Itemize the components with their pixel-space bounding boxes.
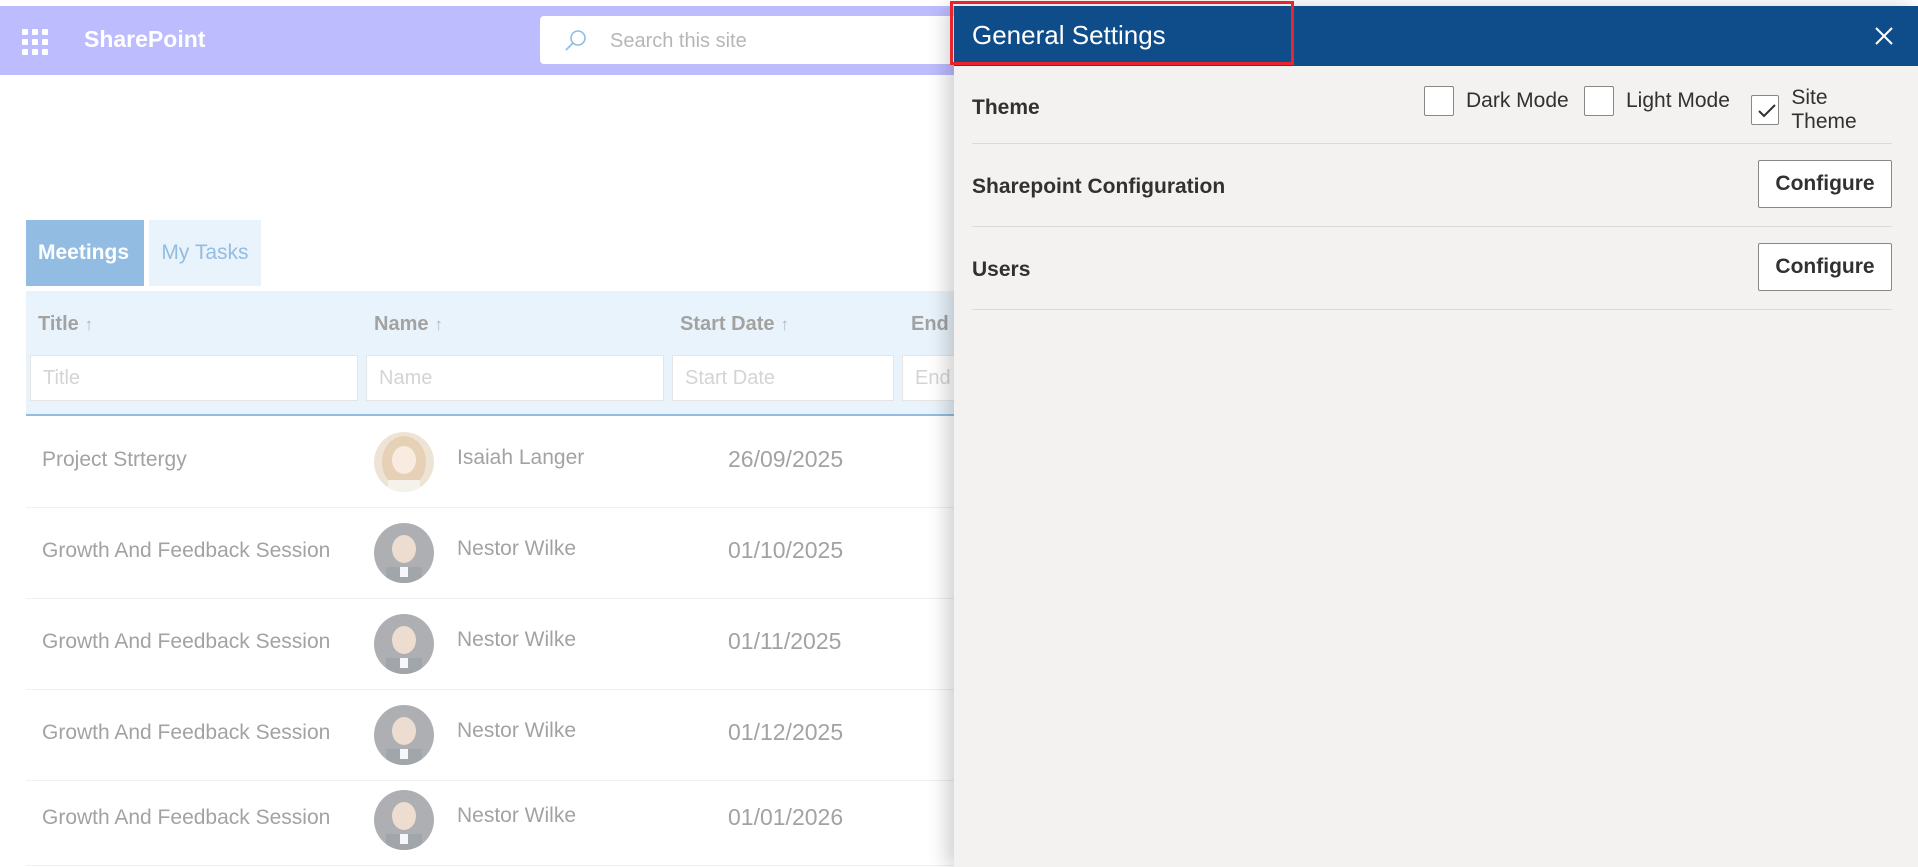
row-start-date: 26/09/2025 (728, 446, 844, 472)
row-title: Growth And Feedback Session (42, 806, 331, 829)
light-mode-option[interactable]: Light Mode (1584, 86, 1730, 116)
brand-title[interactable]: SharePoint (84, 26, 205, 53)
sharepoint-configuration-row: Sharepoint Configuration Configure (972, 145, 1892, 227)
table-row[interactable]: Project Strtergy Isaiah Langer 26/09/202… (26, 418, 1016, 508)
table-row[interactable]: Growth And Feedback Session Nestor Wilke… (26, 600, 1016, 690)
avatar (374, 523, 434, 583)
column-header-start-date[interactable]: Start Date ↑ (680, 313, 789, 336)
title-filter-input[interactable]: Title (30, 355, 358, 401)
row-start-date: 01/11/2025 (728, 628, 842, 654)
users-label: Users (972, 258, 1031, 281)
avatar (374, 432, 434, 492)
row-title: Growth And Feedback Session (42, 630, 331, 653)
row-start-date: 01/01/2026 (728, 804, 844, 830)
column-header-label: Title (38, 313, 79, 335)
row-name: Nestor Wilke (457, 804, 577, 827)
checkmark-icon (1758, 104, 1776, 118)
row-title: Project Strtergy (42, 448, 187, 471)
start-date-filter-input[interactable]: Start Date (672, 355, 894, 401)
avatar (374, 705, 434, 765)
view-tabs: Meetings My Tasks (26, 220, 266, 286)
site-theme-checkbox[interactable] (1751, 95, 1780, 125)
sort-arrow-icon: ↑ (434, 315, 443, 334)
general-settings-panel: General Settings Theme Dark Mode Light M… (950, 1, 1918, 867)
theme-setting-row: Theme Dark Mode Light Mode Site Theme (972, 66, 1892, 144)
light-mode-label: Light Mode (1626, 89, 1730, 112)
column-header-label: End (911, 313, 949, 335)
panel-header: General Settings (950, 1, 1918, 66)
table-row[interactable]: Growth And Feedback Session Nestor Wilke… (26, 776, 1016, 866)
tab-my-tasks[interactable]: My Tasks (149, 220, 261, 286)
app-launcher-icon[interactable] (22, 29, 48, 55)
column-header-label: Start Date (680, 313, 775, 335)
avatar (374, 790, 434, 850)
search-placeholder: Search this site (610, 30, 747, 52)
light-mode-checkbox[interactable] (1584, 86, 1614, 116)
sharepoint-configure-button[interactable]: Configure (1758, 160, 1892, 208)
dark-mode-label: Dark Mode (1466, 89, 1569, 112)
row-start-date: 01/12/2025 (728, 719, 844, 745)
tab-meetings[interactable]: Meetings (26, 220, 144, 286)
row-start-date: 01/10/2025 (728, 537, 844, 563)
table-row[interactable]: Growth And Feedback Session Nestor Wilke… (26, 509, 1016, 599)
row-name: Nestor Wilke (457, 537, 577, 560)
search-icon (565, 30, 586, 51)
search-box[interactable]: Search this site (540, 16, 1000, 64)
avatar (374, 614, 434, 674)
users-row: Users Configure (972, 228, 1892, 310)
title-highlight-box (950, 1, 1294, 65)
column-header-name[interactable]: Name ↑ (374, 313, 443, 336)
grid-header: Title ↑ Name ↑ Start Date ↑ End Title Name … (26, 291, 1016, 416)
row-title: Growth And Feedback Session (42, 721, 331, 744)
dark-mode-checkbox[interactable] (1424, 86, 1454, 116)
site-theme-option[interactable]: Site Theme (1751, 86, 1892, 134)
sort-arrow-icon: ↑ (780, 315, 789, 334)
sharepoint-configuration-label: Sharepoint Configuration (972, 175, 1226, 198)
row-name: Isaiah Langer (457, 446, 585, 469)
users-configure-button[interactable]: Configure (1758, 243, 1892, 291)
column-header-title[interactable]: Title ↑ (38, 313, 93, 336)
column-header-end-date[interactable]: End (911, 313, 949, 336)
table-row[interactable]: Growth And Feedback Session Nestor Wilke… (26, 691, 1016, 781)
close-icon[interactable] (1870, 22, 1898, 50)
theme-label: Theme (972, 96, 1040, 119)
row-title: Growth And Feedback Session (42, 539, 331, 562)
row-name: Nestor Wilke (457, 719, 577, 742)
row-name: Nestor Wilke (457, 628, 577, 651)
site-theme-label: Site Theme (1791, 86, 1857, 133)
column-header-label: Name (374, 313, 429, 335)
name-filter-input[interactable]: Name (366, 355, 664, 401)
dark-mode-option[interactable]: Dark Mode (1424, 86, 1569, 116)
sort-arrow-icon: ↑ (84, 315, 94, 334)
